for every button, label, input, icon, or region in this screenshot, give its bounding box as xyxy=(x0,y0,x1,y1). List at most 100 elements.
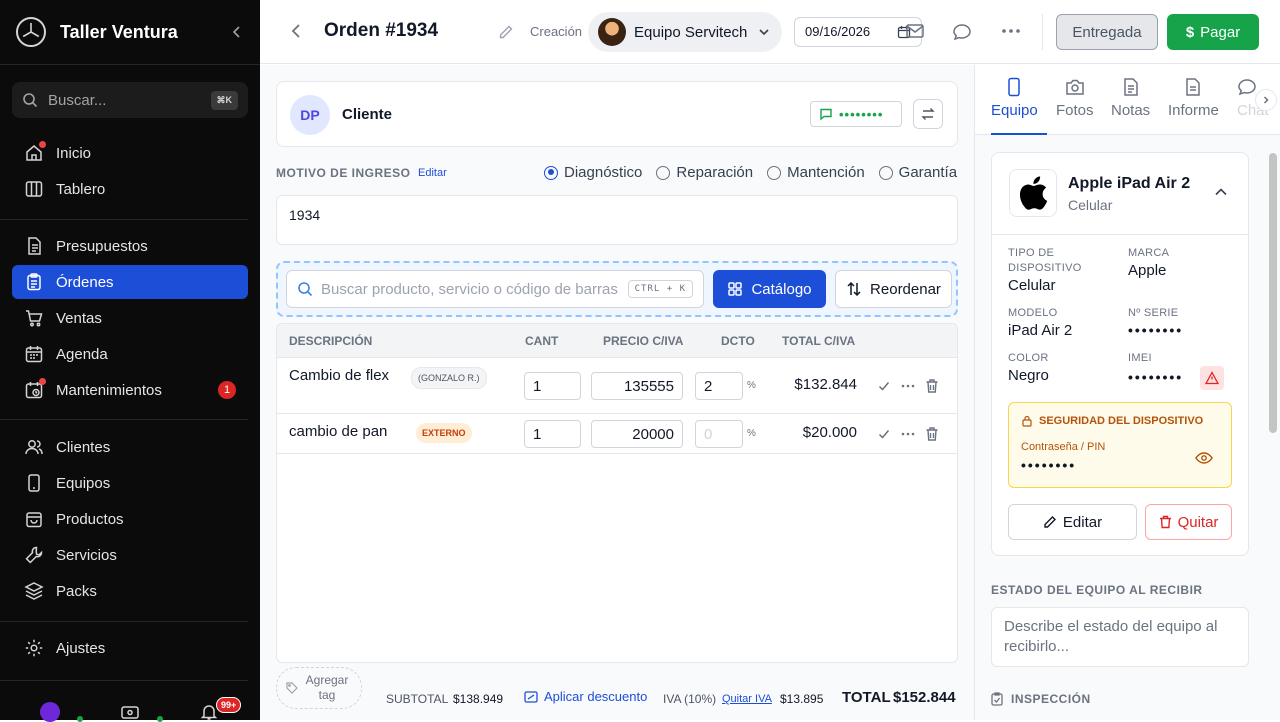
external-tag[interactable]: EXTERNO xyxy=(416,423,472,443)
sidebar-item-packs[interactable]: Packs xyxy=(12,574,248,608)
pay-button-label: Pagar xyxy=(1200,23,1241,41)
sidebar-item-productos[interactable]: Productos xyxy=(12,502,248,536)
back-icon[interactable] xyxy=(288,22,306,40)
sidebar-item-ventas[interactable]: Ventas xyxy=(12,301,248,335)
estado-textarea[interactable]: Describe el estado del equipo al recibir… xyxy=(991,607,1249,667)
creation-label: Creación xyxy=(530,24,583,39)
inspection-label: INSPECCIÓN xyxy=(1011,692,1091,706)
radio-garantia[interactable]: Garantía xyxy=(878,164,957,181)
edit-title-icon[interactable] xyxy=(498,24,514,40)
product-search-input[interactable]: Buscar producto, servicio o código de ba… xyxy=(286,270,704,308)
more-icon[interactable] xyxy=(901,384,915,388)
total-value: $152.844 xyxy=(893,689,956,706)
radio-mantencion[interactable]: Mantención xyxy=(767,164,865,181)
sidebar-footer: 99+ xyxy=(0,690,260,722)
chevron-up-icon[interactable] xyxy=(1214,185,1228,199)
trash-icon[interactable] xyxy=(925,378,939,394)
sidebar-item-ajustes[interactable]: Ajustes xyxy=(12,631,248,665)
field-label: MARCA xyxy=(1128,247,1170,259)
check-icon[interactable] xyxy=(877,427,891,441)
search-icon xyxy=(298,282,313,297)
sidebar-item-label: Agenda xyxy=(56,345,108,363)
field-label: COLOR xyxy=(1008,352,1049,364)
more-options-icon[interactable] xyxy=(1001,28,1021,34)
table-row: Cambio de flex (GONZALO R.) 1 135555 2 %… xyxy=(277,358,957,414)
item-description[interactable]: cambio de pan xyxy=(289,422,409,442)
sidebar-item-inicio[interactable]: Inicio xyxy=(12,136,248,170)
radio-reparacion[interactable]: Reparación xyxy=(656,164,753,181)
panel-scrollbar[interactable] xyxy=(1269,153,1277,433)
price-input[interactable]: 20000 xyxy=(591,420,683,448)
grid-icon xyxy=(728,282,743,296)
sidebar-item-agenda[interactable]: Agenda xyxy=(12,337,248,371)
sidebar-item-clientes[interactable]: Clientes xyxy=(12,430,248,464)
collapse-sidebar-icon[interactable] xyxy=(230,25,244,39)
security-title: SEGURIDAD DEL DISPOSITIVO xyxy=(1039,415,1204,427)
report-icon xyxy=(1186,78,1201,96)
status-delivered-button[interactable]: Entregada xyxy=(1056,14,1158,50)
device-brand-value: Apple xyxy=(1128,262,1167,279)
add-tag-button[interactable]: Agregar tag xyxy=(276,667,362,709)
sidebar-item-equipos[interactable]: Equipos xyxy=(12,466,248,500)
sidebar-item-tablero[interactable]: Tablero xyxy=(12,172,248,206)
col-description: DESCRIPCIÓN xyxy=(289,334,373,348)
item-description[interactable]: Cambio de flex xyxy=(289,366,399,386)
device-type: Celular xyxy=(1068,197,1113,213)
add-tag-label: Agregar tag xyxy=(305,673,349,702)
tab-notas[interactable]: Notas xyxy=(1111,77,1150,119)
remove-device-button[interactable]: Quitar xyxy=(1145,504,1232,540)
client-name[interactable]: Cliente xyxy=(342,106,392,123)
swap-client-icon[interactable] xyxy=(913,99,943,129)
apply-discount-link[interactable]: Aplicar descuento xyxy=(524,689,647,704)
price-input[interactable]: 135555 xyxy=(591,372,683,400)
warning-icon[interactable] xyxy=(1200,366,1224,390)
mantenimientos-badge: 1 xyxy=(218,381,236,399)
chevron-right-icon[interactable] xyxy=(1255,89,1277,111)
user-avatar[interactable] xyxy=(40,702,60,722)
subtotal-value: $138.949 xyxy=(453,692,504,706)
sidebar-item-servicios[interactable]: Servicios xyxy=(12,538,248,572)
eye-icon[interactable] xyxy=(1195,451,1213,465)
tab-label: Fotos xyxy=(1056,102,1094,119)
qty-input[interactable]: 1 xyxy=(524,420,581,448)
device-serial-value: •••••••• xyxy=(1128,322,1184,338)
device-imei-value: •••••••• xyxy=(1128,369,1184,385)
client-phone-badge[interactable]: •••••••• xyxy=(810,101,902,127)
col-total: TOTAL C/IVA xyxy=(782,334,856,348)
remove-iva-link[interactable]: Quitar IVA xyxy=(722,693,772,705)
tab-informe[interactable]: Informe xyxy=(1168,77,1219,119)
discount-input[interactable]: 2 xyxy=(695,372,743,400)
home-icon xyxy=(24,141,46,163)
phone-icon xyxy=(1008,77,1021,97)
sidebar-item-presupuestos[interactable]: Presupuestos xyxy=(12,229,248,263)
tab-fotos[interactable]: Fotos xyxy=(1056,77,1094,119)
motivo-edit-link[interactable]: Editar xyxy=(418,167,447,179)
sidebar-item-label: Equipos xyxy=(56,474,111,492)
mail-icon[interactable] xyxy=(905,22,925,40)
radio-diagnostico[interactable]: Diagnóstico xyxy=(544,164,642,181)
pay-button[interactable]: $ Pagar xyxy=(1167,14,1259,50)
edit-device-button[interactable]: Editar xyxy=(1008,504,1137,540)
sidebar-search[interactable]: Buscar... ⌘K xyxy=(12,82,248,118)
sidebar-item-mantenimientos[interactable]: Mantenimientos 1 xyxy=(12,373,248,407)
motivo-text-field[interactable]: 1934 xyxy=(276,195,958,245)
chat-icon[interactable] xyxy=(952,22,972,42)
creation-date-input[interactable]: 09/16/2026 xyxy=(794,17,922,47)
inspection-section[interactable]: INSPECCIÓN xyxy=(991,692,1091,706)
device-card-header[interactable]: Apple iPad Air 2 Celular xyxy=(992,153,1248,235)
qty-input[interactable]: 1 xyxy=(524,372,581,400)
tab-equipo[interactable]: Equipo xyxy=(991,77,1038,119)
reorder-button[interactable]: Reordenar xyxy=(835,270,952,308)
trash-icon[interactable] xyxy=(925,426,939,442)
brand-name: Taller Ventura xyxy=(60,21,178,42)
sidebar-item-label: Presupuestos xyxy=(56,237,148,255)
discount-input[interactable]: 0 xyxy=(695,420,743,448)
sidebar-item-ordenes[interactable]: Órdenes xyxy=(12,265,248,299)
more-icon[interactable] xyxy=(901,432,915,436)
catalog-button[interactable]: Catálogo xyxy=(713,270,826,308)
check-icon[interactable] xyxy=(877,379,891,393)
cash-register-icon[interactable] xyxy=(120,704,140,720)
technician-tag[interactable]: (GONZALO R.) xyxy=(411,367,487,389)
motivo-options: Diagnóstico Reparación Mantención Garant… xyxy=(544,164,957,181)
team-selector[interactable]: Equipo Servitech xyxy=(588,12,782,52)
